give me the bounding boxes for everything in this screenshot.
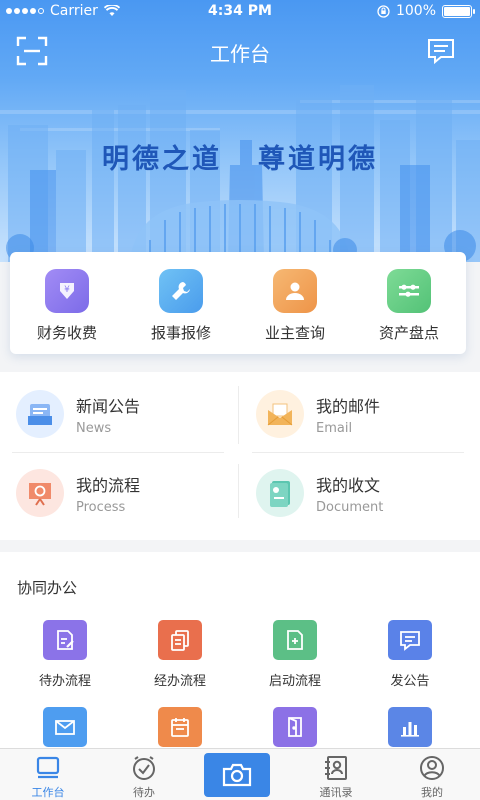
- tab-workbench[interactable]: 工作台: [0, 749, 96, 800]
- office-item-subtitle: News: [76, 420, 112, 436]
- collab-todo-flow[interactable]: 待办流程: [5, 620, 125, 689]
- rotation-lock-icon: [377, 4, 390, 18]
- user-icon: [273, 269, 317, 313]
- announce-icon: [388, 620, 432, 660]
- office-section: 新闻公告 News 我的邮件 Email 我的流程 Process 我的收文 D…: [0, 372, 480, 540]
- header-banner: Carrier 4:34 PM 100% 工作台 明德之道 尊道明德: [0, 0, 480, 262]
- mail-icon: [256, 390, 304, 438]
- section-title: 协同办公: [17, 579, 78, 597]
- tab-profile[interactable]: 我的: [384, 749, 480, 800]
- tab-label: 工作台: [31, 786, 65, 799]
- collab-item-label: 经办流程: [153, 674, 206, 689]
- svg-text:¥: ¥: [64, 285, 70, 295]
- camera-button[interactable]: [204, 753, 270, 797]
- office-item-title: 我的流程: [76, 475, 141, 495]
- calendar-icon: [158, 707, 202, 747]
- office-email[interactable]: 我的邮件 Email: [240, 379, 470, 449]
- collab-door[interactable]: [235, 707, 355, 747]
- office-item-subtitle: Email: [316, 420, 353, 436]
- contacts-icon: [325, 756, 347, 780]
- office-document[interactable]: 我的收文 Document: [240, 458, 470, 528]
- office-item-title: 我的邮件: [316, 396, 381, 416]
- tab-label: 通讯录: [319, 786, 353, 799]
- news-icon: [16, 390, 64, 438]
- finance-icon: ¥: [45, 269, 89, 313]
- quick-action-owner-query[interactable]: 业主查询: [238, 252, 352, 354]
- tab-label: 我的: [421, 786, 443, 799]
- collab-report[interactable]: [350, 707, 470, 747]
- office-news[interactable]: 新闻公告 News: [0, 379, 230, 449]
- collaboration-section: 协同办公 待办流程 经办流程 启动流程 发公告: [0, 552, 480, 752]
- profile-icon: [420, 756, 444, 780]
- tab-contacts[interactable]: 通讯录: [288, 749, 384, 800]
- bottom-tab-bar: 工作台 待办 通讯录 我的: [0, 748, 480, 800]
- messages-button[interactable]: [426, 36, 458, 68]
- slogan-left: 明德之道: [102, 144, 222, 175]
- battery-icon: [442, 4, 475, 18]
- quick-action-label: 业主查询: [264, 324, 325, 342]
- collab-item-label: 启动流程: [268, 674, 321, 689]
- collab-start-flow[interactable]: 启动流程: [235, 620, 355, 689]
- quick-action-repair[interactable]: 报事报修: [124, 252, 238, 354]
- document-icon: [256, 469, 304, 517]
- quick-actions-card: ¥ 财务收费 报事报修 业主查询 资产盘点: [10, 252, 466, 354]
- door-icon: [273, 707, 317, 747]
- tab-todo[interactable]: 待办: [96, 749, 192, 800]
- quick-action-finance[interactable]: ¥ 财务收费: [10, 252, 124, 354]
- office-item-subtitle: Document: [316, 499, 384, 515]
- divider: [238, 386, 239, 444]
- wrench-icon: [159, 269, 203, 313]
- quick-action-label: 财务收费: [36, 324, 97, 342]
- slogan-right: 尊道明德: [258, 144, 378, 175]
- asset-icon: [387, 269, 431, 313]
- handled-flow-icon: [158, 620, 202, 660]
- quick-action-label: 报事报修: [150, 324, 211, 342]
- collab-announce[interactable]: 发公告: [350, 620, 470, 689]
- divider: [252, 452, 464, 453]
- divider: [12, 452, 224, 453]
- office-item-title: 新闻公告: [76, 396, 141, 416]
- tab-label: 待办: [133, 786, 155, 799]
- collab-item-label: 待办流程: [38, 674, 91, 689]
- todo-flow-icon: [43, 620, 87, 660]
- message-icon: [428, 39, 454, 65]
- envelope-icon: [43, 707, 87, 747]
- process-icon: [16, 469, 64, 517]
- collab-handled-flow[interactable]: 经办流程: [120, 620, 240, 689]
- office-item-subtitle: Process: [76, 499, 126, 515]
- collab-item-label: 发公告: [390, 674, 430, 689]
- divider: [238, 464, 239, 518]
- camera-icon: [222, 763, 252, 787]
- report-icon: [388, 707, 432, 747]
- navigation-bar: 工作台: [0, 28, 480, 72]
- battery-percent: 100%: [395, 3, 436, 19]
- workbench-icon: [36, 756, 60, 779]
- office-process[interactable]: 我的流程 Process: [0, 458, 230, 528]
- banner-slogan: 明德之道 尊道明德: [0, 137, 480, 176]
- office-item-title: 我的收文: [316, 475, 381, 495]
- start-flow-icon: [273, 620, 317, 660]
- status-bar: Carrier 4:34 PM 100%: [0, 0, 480, 24]
- quick-action-label: 资产盘点: [378, 324, 439, 342]
- collab-mail[interactable]: [5, 707, 125, 747]
- clock-icon: [133, 756, 155, 780]
- quick-action-asset-inventory[interactable]: 资产盘点: [352, 252, 466, 354]
- page-title: 工作台: [210, 42, 270, 66]
- collab-calendar[interactable]: [120, 707, 240, 747]
